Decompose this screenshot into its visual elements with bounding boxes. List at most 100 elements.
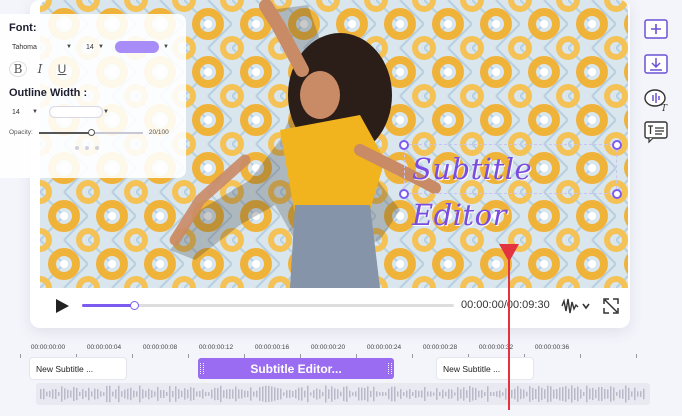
waveform-bar — [565, 386, 567, 402]
waveform-bar — [259, 387, 261, 401]
subtitle-clip-selected[interactable]: Subtitle Editor... — [198, 358, 394, 379]
waveform-bar — [361, 387, 363, 401]
audio-track[interactable] — [36, 383, 650, 405]
waveform-bar — [223, 390, 225, 398]
resize-handle-bottom-right[interactable] — [612, 189, 622, 199]
subtitle-text-overlay[interactable]: Subtitle Editor — [412, 146, 612, 232]
svg-text:T: T — [661, 104, 668, 112]
waveform-bar — [169, 386, 171, 402]
waveform-bar — [415, 390, 417, 398]
waveform-bar — [133, 390, 135, 398]
waveform-bar — [217, 387, 219, 401]
clip-trim-handle-right[interactable] — [388, 363, 392, 374]
waveform-bar — [64, 388, 66, 400]
waveform-bar — [433, 392, 435, 396]
waveform-bar — [352, 392, 354, 396]
waveform-bar — [505, 388, 507, 400]
waveform-bar — [211, 389, 213, 399]
waveform-bar — [328, 389, 330, 399]
subtitle-clip[interactable]: New Subtitle ... — [437, 358, 533, 379]
waveform-bar — [598, 387, 600, 401]
timeline-tick-label: 00:00:00:36 — [534, 344, 570, 351]
waveform-bar — [346, 386, 348, 402]
waveform-bar — [496, 391, 498, 397]
waveform-bar — [538, 386, 540, 402]
font-family-select[interactable]: Tahoma ▼ — [9, 40, 75, 54]
resize-handle-top-left[interactable] — [399, 140, 409, 150]
waveform-bar — [130, 387, 132, 401]
waveform-bar — [265, 385, 267, 403]
waveform-bar — [535, 389, 537, 399]
time-display: 00:00:00/00:09:30 — [461, 299, 550, 311]
waveform-bar — [601, 387, 603, 401]
waveform-bar — [403, 392, 405, 396]
waveform-bar — [256, 390, 258, 398]
seek-bar[interactable] — [82, 301, 454, 310]
outline-size-select[interactable]: 14 ▼ — [9, 105, 41, 119]
waveform-bar — [604, 388, 606, 400]
waveform-bar — [58, 391, 60, 397]
opacity-label: Opacity: — [9, 129, 33, 136]
timeline-tick — [636, 354, 637, 358]
playhead-marker[interactable] — [499, 244, 519, 262]
subtitle-clip[interactable]: New Subtitle ... — [30, 358, 126, 379]
waveform-bar — [73, 387, 75, 401]
waveform-bar — [214, 387, 216, 401]
font-color-select[interactable]: ▼ — [115, 40, 169, 54]
resize-handle-bottom-left[interactable] — [399, 189, 409, 199]
underline-button[interactable]: U — [53, 61, 71, 77]
bold-button[interactable]: B — [9, 61, 27, 77]
timeline-tick — [412, 354, 413, 358]
waveform-bar — [319, 389, 321, 399]
player-controls: 00:00:00/00:09:30 — [40, 290, 628, 322]
waveform-bar — [139, 385, 141, 403]
waveform-bar — [289, 389, 291, 399]
waveform-bar — [253, 391, 255, 397]
opacity-slider[interactable] — [38, 128, 143, 136]
waveform-bar — [607, 389, 609, 399]
fullscreen-icon[interactable] — [602, 297, 620, 315]
waveform-bar — [340, 391, 342, 397]
italic-icon: I — [37, 62, 43, 76]
waveform-bar — [148, 388, 150, 400]
italic-button[interactable]: I — [31, 61, 49, 77]
timeline-tick — [20, 354, 21, 358]
font-color-swatch — [115, 41, 159, 53]
chevron-down-icon: ▼ — [163, 44, 169, 50]
waveform-bar — [310, 392, 312, 396]
waveform-bar — [466, 390, 468, 398]
opacity-slider-knob[interactable] — [87, 128, 95, 136]
text-to-speech-icon[interactable] — [643, 120, 669, 144]
audio-waveform-icon[interactable] — [560, 297, 592, 315]
resize-handle-top-right[interactable] — [612, 140, 622, 150]
waveform-bar — [358, 387, 360, 401]
playhead-line[interactable] — [508, 254, 510, 410]
waveform-bar — [523, 389, 525, 399]
font-size-select[interactable]: 14 ▼ — [83, 40, 107, 54]
waveform-bar — [262, 386, 264, 402]
waveform-bar — [394, 386, 396, 402]
waveform-bar — [406, 390, 408, 398]
play-icon[interactable] — [56, 299, 69, 313]
waveform-bar — [511, 389, 513, 399]
add-subtitle-icon[interactable] — [643, 18, 669, 42]
waveform-bar — [427, 391, 429, 397]
waveform-bar — [325, 385, 327, 403]
waveform-bar — [109, 385, 111, 403]
speech-to-text-icon[interactable]: T — [643, 88, 669, 112]
waveform-bar — [286, 390, 288, 398]
import-subtitle-icon[interactable] — [643, 52, 669, 76]
timeline-ruler[interactable]: 00:00:00:00 00:00:00:04 00:00:00:08 00:00:0… — [0, 344, 682, 358]
outline-color-select[interactable]: ▼ — [49, 105, 109, 119]
waveform-bar — [187, 389, 189, 399]
waveform-bar — [232, 389, 234, 399]
timeline-tick-label: 00:00:00:04 — [86, 344, 122, 351]
subtitle-style-panel: Font: Tahoma ▼ 14 ▼ ▼ B I U Outline Widt… — [0, 14, 186, 178]
waveform-bar — [178, 389, 180, 399]
chevron-down-icon: ▼ — [32, 109, 38, 115]
waveform-bar — [283, 392, 285, 396]
waveform-bar — [154, 391, 156, 397]
waveform-bar — [226, 389, 228, 399]
clip-trim-handle-left[interactable] — [200, 363, 204, 374]
seek-bar-knob[interactable] — [130, 301, 139, 310]
